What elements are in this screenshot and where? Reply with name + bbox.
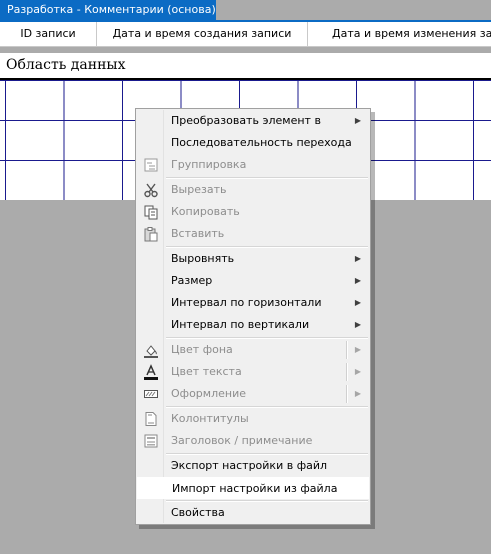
menu-item-properties[interactable]: Свойства: [137, 502, 369, 524]
submenu-arrow-icon: ▶: [354, 367, 361, 376]
menu-item-label: Интервал по горизонтали: [171, 296, 322, 309]
menu-item-label: Копировать: [171, 205, 240, 218]
split-divider: [346, 363, 348, 381]
grouping-icon: [144, 158, 158, 172]
menu-item-label: Группировка: [171, 158, 247, 171]
menu-item-form-header-footer[interactable]: Заголовок / примечание: [137, 430, 369, 452]
section-title: Область данных: [6, 57, 126, 73]
form-header-row: ID записи Дата и время создания записи Д…: [0, 22, 491, 47]
header-note-icon: [144, 434, 158, 448]
menu-item-export-settings[interactable]: Экспорт настройки в файл: [137, 455, 369, 477]
menu-item-label: Заголовок / примечание: [171, 434, 313, 447]
split-divider: [346, 341, 348, 359]
menu-item-horizontal-spacing[interactable]: Интервал по горизонтали ▶: [137, 292, 369, 314]
menu-item-convert-to[interactable]: Преобразовать элемент в ▶: [137, 110, 369, 132]
submenu-arrow-icon: ▶: [354, 276, 361, 285]
menu-item-grouping[interactable]: Группировка: [137, 154, 369, 176]
menu-item-label: Размер: [171, 274, 213, 287]
menu-item-label: Цвет текста: [171, 365, 242, 378]
menu-item-label: Колонтитулы: [171, 412, 249, 425]
submenu-arrow-icon: ▶: [354, 345, 361, 354]
submenu-arrow-icon: ▶: [354, 116, 361, 125]
fill-color-icon: [144, 345, 158, 358]
context-menu: Преобразовать элемент в ▶ Последовательн…: [135, 108, 371, 525]
document-tab-title: Разработка - Комментарии (основа): [7, 3, 216, 16]
menu-item-label: Вставить: [171, 227, 225, 240]
submenu-arrow-icon: ▶: [354, 254, 361, 263]
column-header-created[interactable]: Дата и время создания записи: [97, 22, 308, 46]
menu-item-label: Импорт настройки из файла: [172, 482, 338, 495]
font-color-icon: [144, 364, 158, 380]
submenu-arrow-icon: ▶: [354, 298, 361, 307]
menu-item-label: Вырезать: [171, 183, 227, 196]
menu-item-fill-color[interactable]: Цвет фона ▶: [137, 339, 369, 361]
column-header-label: ID записи: [20, 27, 76, 40]
document-tab[interactable]: Разработка - Комментарии (основа): [0, 0, 216, 20]
menu-item-import-settings[interactable]: Импорт настройки из файла: [137, 477, 369, 499]
column-header-modified[interactable]: Дата и время изменения записи: [308, 22, 491, 46]
menu-item-label: Свойства: [171, 506, 225, 519]
menu-item-label: Оформление: [171, 387, 246, 400]
header-footer-icon: [145, 412, 157, 426]
submenu-arrow-icon: ▶: [354, 389, 361, 398]
menu-item-label: Цвет фона: [171, 343, 233, 356]
menu-item-vertical-spacing[interactable]: Интервал по вертикали ▶: [137, 314, 369, 336]
column-header-id[interactable]: ID записи: [0, 22, 97, 46]
column-header-label: Дата и время изменения записи: [332, 27, 491, 40]
menu-item-label: Последовательность перехода: [171, 136, 352, 149]
scissors-icon: [144, 183, 158, 198]
submenu-arrow-icon: ▶: [354, 320, 361, 329]
menu-item-label: Выровнять: [171, 252, 235, 265]
menu-item-size[interactable]: Размер ▶: [137, 270, 369, 292]
menu-item-font-color[interactable]: Цвет текста ▶: [137, 361, 369, 383]
menu-item-paste[interactable]: Вставить: [137, 223, 369, 245]
menu-item-align[interactable]: Выровнять ▶: [137, 248, 369, 270]
menu-item-label: Интервал по вертикали: [171, 318, 310, 331]
copy-icon: [144, 205, 158, 220]
special-effect-icon: [144, 390, 158, 398]
menu-item-cut[interactable]: Вырезать: [137, 179, 369, 201]
menu-item-special-effect[interactable]: Оформление ▶: [137, 383, 369, 405]
section-detail-bar[interactable]: Область данных: [0, 53, 491, 80]
menu-item-label: Экспорт настройки в файл: [171, 459, 328, 472]
menu-item-tab-order[interactable]: Последовательность перехода: [137, 132, 369, 154]
menu-item-copy[interactable]: Копировать: [137, 201, 369, 223]
split-divider: [346, 385, 348, 403]
menu-item-page-header-footer[interactable]: Колонтитулы: [137, 408, 369, 430]
menu-item-label: Преобразовать элемент в: [171, 114, 321, 127]
column-header-label: Дата и время создания записи: [112, 27, 292, 40]
paste-icon: [144, 227, 158, 242]
